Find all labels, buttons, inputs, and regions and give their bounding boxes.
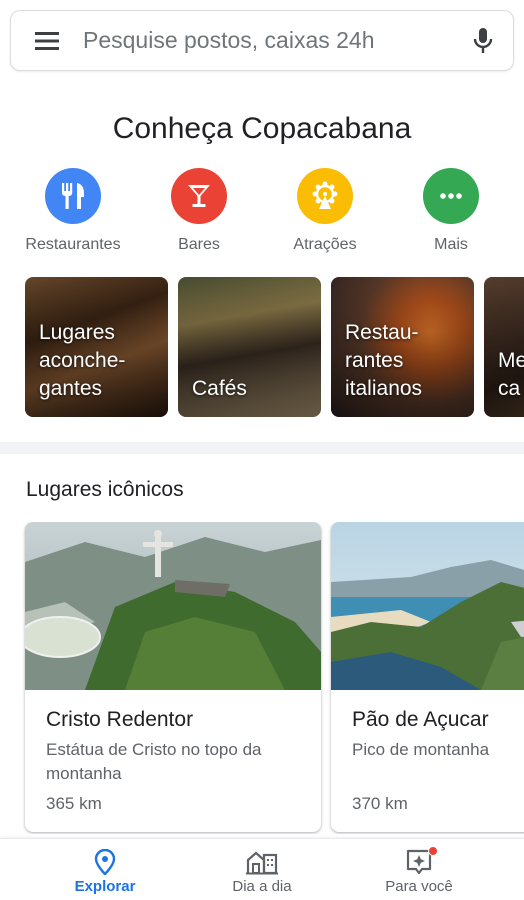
restaurant-circle[interactable] xyxy=(45,168,101,224)
more-dots-icon xyxy=(440,193,462,199)
category-restaurantes[interactable]: Restaurantes xyxy=(13,168,133,254)
nav-para-voce[interactable]: Para você xyxy=(332,839,506,900)
menu-button[interactable] xyxy=(11,11,83,70)
search-input[interactable]: Pesquise postos, caixas 24h xyxy=(83,27,453,54)
place-distance: 370 km xyxy=(352,794,408,813)
card-cafes[interactable]: Cafés xyxy=(178,277,321,417)
nav-dia-a-dia[interactable]: Dia a dia xyxy=(175,839,349,900)
pao-de-acucar-photo xyxy=(331,522,524,690)
ferris-wheel-icon xyxy=(312,181,338,209)
bar-circle[interactable] xyxy=(171,168,227,224)
category-atracoes[interactable]: Atrações xyxy=(265,168,385,254)
place-card-pao-de-acucar[interactable]: Pão de Açucar Pico de montanha 370 km xyxy=(331,522,524,832)
section-divider xyxy=(0,442,524,454)
search-bar[interactable]: Pesquise postos, caixas 24h xyxy=(10,10,514,71)
card-caption: Lugares aconche- gantes xyxy=(39,321,126,400)
place-title: Pão de Açucar xyxy=(352,708,489,731)
card-lugares-aconchegantes[interactable]: Lugares aconche- gantes xyxy=(25,277,168,417)
commute-buildings-icon xyxy=(246,851,278,875)
attractions-circle[interactable] xyxy=(297,168,353,224)
category-row: Restaurantes Bares Atrações Mais xyxy=(0,168,524,258)
iconic-places-row: Cristo Redentor Estátua de Cristo no top… xyxy=(0,522,524,834)
category-label: Bares xyxy=(178,236,220,253)
nav-label: Dia a dia xyxy=(232,878,292,895)
notification-dot xyxy=(428,846,438,856)
category-bares[interactable]: Bares xyxy=(139,168,259,254)
place-distance: 365 km xyxy=(46,794,102,813)
hamburger-menu-icon xyxy=(35,31,59,50)
place-card-cristo-redentor[interactable]: Cristo Redentor Estátua de Cristo no top… xyxy=(25,522,321,832)
location-pin-icon xyxy=(94,849,116,875)
card-caption: Cafés xyxy=(192,377,247,400)
category-label: Mais xyxy=(434,236,468,253)
microphone-icon xyxy=(473,27,493,53)
card-restaurantes-italianos[interactable]: Restau- rantes italianos xyxy=(331,277,474,417)
category-label: Atrações xyxy=(293,236,357,253)
photo-cards-row: Lugares aconche- gantes Cafés Restau- ra… xyxy=(0,277,524,418)
more-circle[interactable] xyxy=(423,168,479,224)
explore-heading: Conheça Copacabana xyxy=(112,112,412,145)
cocktail-glass-icon xyxy=(188,185,210,207)
bottom-navigation: Explorar Dia a dia Para você xyxy=(0,838,524,900)
nav-label: Explorar xyxy=(74,878,136,895)
card-caption: Me ca xyxy=(498,349,524,400)
voice-search-button[interactable] xyxy=(453,11,513,70)
card-caption: Restau- rantes italianos xyxy=(345,321,423,400)
place-title: Cristo Redentor xyxy=(46,708,194,731)
card-partial[interactable]: Me ca xyxy=(484,277,524,417)
place-description: Estátua de Cristo no topo da montanha xyxy=(46,740,262,783)
section-title: Lugares icônicos xyxy=(26,478,184,501)
category-label: Restaurantes xyxy=(25,236,121,253)
nav-label: Para você xyxy=(385,878,453,895)
fork-knife-icon xyxy=(62,183,84,209)
place-description: Pico de montanha xyxy=(352,740,490,759)
category-mais[interactable]: Mais xyxy=(391,168,511,254)
nav-explorar[interactable]: Explorar xyxy=(18,839,192,900)
cristo-redentor-photo xyxy=(25,522,321,690)
